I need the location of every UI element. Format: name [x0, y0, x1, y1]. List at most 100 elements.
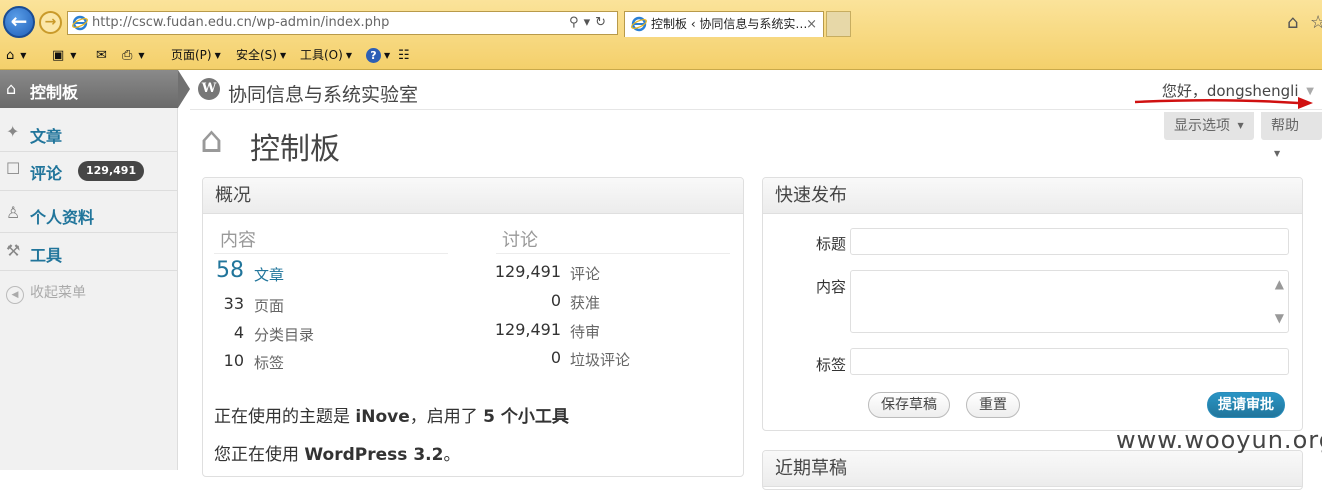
printer-icon: ⎙	[122, 48, 133, 63]
sidebar-item-label: 文章	[30, 127, 63, 146]
tags-count: 10	[223, 351, 244, 370]
tab-close-icon[interactable]: ×	[806, 12, 817, 37]
sidebar-item-posts[interactable]: ✦ 文章	[0, 115, 178, 151]
discussion-heading: 讨论	[502, 230, 538, 251]
comments-label: 评论	[570, 265, 601, 283]
mail-button[interactable]: ✉	[96, 46, 110, 64]
screen-options-button[interactable]: 显示选项 ▼	[1164, 112, 1254, 140]
collapse-menu-button[interactable]: ◀ 收起菜单	[6, 282, 86, 304]
new-tab-button[interactable]	[826, 11, 851, 37]
ie-favicon-icon	[72, 15, 88, 31]
help-menu[interactable]: ? ▼	[366, 46, 390, 64]
pin-icon: ✦	[6, 122, 20, 141]
print-menu[interactable]: ⎙ ▼	[122, 46, 145, 64]
theme-name: iNove	[355, 407, 410, 427]
home-icon[interactable]: ⌂	[1287, 12, 1298, 33]
theme-info: 正在使用的主题是 iNove，启用了 5 个小工具	[214, 407, 569, 427]
home-small-icon: ⌂	[6, 48, 15, 63]
chevron-down-icon: ▼	[214, 50, 221, 60]
wordpress-version: WordPress 3.2	[304, 445, 444, 465]
divider	[0, 190, 178, 191]
sidebar-item-tools[interactable]: ⚒ 工具	[0, 234, 178, 270]
back-button[interactable]: ←	[3, 6, 35, 38]
content-textarea[interactable]: ▲ ▼	[850, 270, 1289, 333]
divider	[0, 270, 178, 271]
scroll-down-icon[interactable]: ▼	[1275, 311, 1284, 325]
chevron-down-icon: ▼	[70, 50, 77, 60]
sidebar-item-label: 工具	[30, 246, 63, 265]
title-label: 标题	[815, 235, 846, 253]
address-tools[interactable]: ⚲▾↻	[569, 12, 611, 34]
forward-button[interactable]: →	[39, 11, 62, 34]
safety-menu[interactable]: 安全(S) ▼	[236, 46, 286, 64]
chevron-down-icon: ▼	[384, 50, 391, 60]
wordpress-logo-icon[interactable]: W	[198, 78, 220, 100]
pending-label: 待审	[570, 323, 601, 341]
page-menu[interactable]: 页面(P) ▼	[171, 46, 221, 64]
research-button[interactable]: ☷	[398, 46, 413, 64]
pending-count: 129,491	[494, 320, 561, 339]
widget-title[interactable]: 概况	[203, 178, 743, 214]
submit-for-review-button[interactable]: 提请审批	[1207, 392, 1285, 418]
divider	[0, 232, 178, 233]
favorites-star-icon[interactable]: ☆	[1310, 12, 1322, 33]
wordpress-version-info: 您正在使用 WordPress 3.2。	[214, 445, 461, 465]
approved-count: 0	[550, 291, 561, 310]
chevron-down-icon: ▼	[1274, 149, 1281, 158]
dashboard-home-icon: ⌂	[200, 120, 223, 161]
site-title[interactable]: 协同信息与系统实验室	[228, 80, 418, 107]
widgets-count: 5 个小工具	[483, 407, 569, 427]
address-bar[interactable]: http://cscw.fudan.edu.cn/wp-admin/index.…	[67, 11, 618, 35]
chevron-down-icon: ▼	[1237, 121, 1244, 130]
chevron-down-icon: ▼	[138, 50, 145, 60]
tags-field-label: 标签	[815, 356, 846, 374]
divider	[496, 253, 730, 254]
admin-sidebar: ⌂ 控制板 ✦ 文章 ☐ 评论 129,491 ♙ 个人资料 ⚒ 工具 ◀ 收起菜…	[0, 70, 190, 470]
categories-count: 4	[233, 323, 244, 342]
rss-icon: ▣	[52, 48, 65, 63]
chevron-down-icon: ▼	[279, 50, 287, 60]
sidebar-item-comments[interactable]: ☐ 评论 129,491	[0, 152, 178, 188]
pages-label: 页面	[254, 297, 285, 315]
browser-chrome: ← → http://cscw.fudan.edu.cn/wp-admin/in…	[0, 0, 1322, 70]
sidebar-item-label: 个人资料	[30, 208, 95, 227]
sidebar-item-profile[interactable]: ♙ 个人资料	[0, 196, 178, 232]
divider	[214, 253, 448, 254]
reset-button[interactable]: 重置	[966, 392, 1020, 418]
red-arrow-annotation	[1134, 97, 1313, 109]
chevron-down-icon: ▼	[20, 50, 27, 60]
tags-label: 标签	[254, 354, 285, 372]
home-menu[interactable]: ⌂ ▼	[6, 46, 26, 64]
categories-label: 分类目录	[254, 326, 315, 344]
tools-icon: ⚒	[6, 241, 21, 260]
tools-menu[interactable]: 工具(O) ▼	[300, 46, 352, 64]
watermark: www.wooyun.org	[1116, 426, 1322, 454]
approved-label: 获准	[570, 294, 601, 312]
recent-drafts-widget: 近期草稿	[762, 450, 1303, 490]
posts-count[interactable]: 58	[200, 258, 244, 283]
chevron-down-icon: ▼	[345, 50, 352, 60]
save-draft-button[interactable]: 保存草稿	[868, 392, 950, 418]
comment-count-badge: 129,491	[78, 161, 145, 181]
sidebar-item-label: 控制板	[30, 83, 79, 102]
scroll-up-icon[interactable]: ▲	[1275, 277, 1284, 291]
tags-input[interactable]	[850, 348, 1289, 375]
widget-title[interactable]: 快速发布	[763, 178, 1302, 214]
title-input[interactable]	[850, 228, 1289, 255]
command-bar: ⌂ ▼ ▣ ▼ ✉ ⎙ ▼ 页面(P) ▼ 安全(S) ▼ 工具(O) ▼ ? ▼ ☷	[0, 42, 1322, 68]
content-heading: 内容	[220, 230, 256, 251]
widget-title[interactable]: 近期草稿	[763, 451, 1302, 487]
tab-favicon-icon	[631, 16, 647, 32]
url-text: http://cscw.fudan.edu.cn/wp-admin/index.…	[92, 15, 390, 30]
browser-tab-active[interactable]: 控制板 ‹ 协同信息与系统实… ×	[624, 11, 824, 37]
pages-count: 33	[223, 294, 244, 313]
comment-icon: ☐	[6, 159, 21, 178]
spam-count: 0	[550, 348, 561, 367]
help-icon: ?	[366, 48, 381, 63]
help-button[interactable]: 帮助 ▼	[1261, 112, 1322, 158]
posts-link[interactable]: 文章	[254, 264, 284, 285]
feeds-menu[interactable]: ▣ ▼	[52, 46, 76, 64]
home-icon: ⌂	[6, 79, 17, 98]
sidebar-item-dashboard[interactable]: ⌂ 控制板	[0, 70, 190, 108]
sidebar-item-label: 评论	[30, 164, 63, 183]
